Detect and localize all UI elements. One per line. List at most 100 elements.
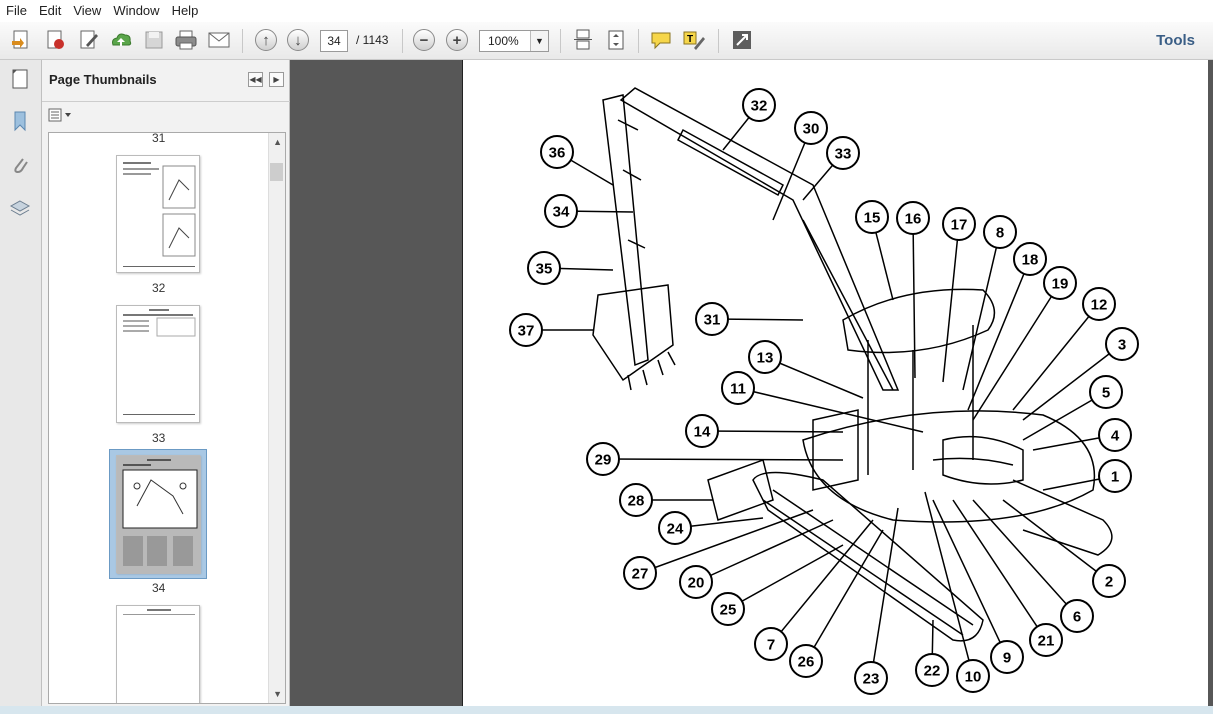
callout-3: 3: [1105, 327, 1139, 361]
callout-label-35: 35: [536, 261, 553, 278]
page-total: / 1143: [356, 33, 389, 47]
layers-icon[interactable]: [7, 196, 33, 222]
save-icon[interactable]: [141, 27, 167, 53]
callout-label-24: 24: [667, 521, 684, 538]
zoom-select[interactable]: 100% ▼: [479, 30, 549, 52]
callout-23: 23: [854, 661, 888, 695]
callout-10: 10: [956, 659, 990, 693]
callout-label-36: 36: [549, 145, 566, 162]
callout-label-19: 19: [1052, 276, 1069, 293]
thumbnail-scrollbar[interactable]: ▲ ▼: [268, 133, 285, 703]
next-page-icon[interactable]: ↓: [285, 27, 311, 53]
callout-label-14: 14: [694, 424, 711, 441]
thumbnail-page-33[interactable]: [116, 455, 201, 574]
zoom-value: 100%: [488, 34, 519, 48]
leader-line-14: [701, 430, 844, 433]
callout-label-1: 1: [1111, 469, 1119, 486]
upload-icon[interactable]: [108, 27, 134, 53]
callout-8: 8: [983, 215, 1017, 249]
chevron-down-icon[interactable]: ▼: [530, 31, 548, 51]
callout-34: 34: [544, 194, 578, 228]
scrollbar-thumb[interactable]: [270, 163, 283, 181]
bookmark-icon[interactable]: [7, 108, 33, 134]
status-strip: [0, 706, 1213, 714]
menu-edit[interactable]: Edit: [33, 0, 67, 22]
leader-line-11: [737, 387, 924, 433]
callout-27: 27: [623, 556, 657, 590]
thumbnail-options-icon[interactable]: [48, 108, 76, 124]
excavator-diagram: 323033363435373115 16 17 818191231311145429…: [509, 87, 1139, 695]
callout-label-33: 33: [835, 146, 852, 163]
callout-20: 20: [679, 565, 713, 599]
thumbnail-page-34[interactable]: [116, 605, 200, 703]
callout-6: 6: [1060, 599, 1094, 633]
thumbnail-label-32: 32: [152, 281, 166, 295]
menu-file[interactable]: File: [0, 0, 33, 22]
thumbnail-label-31: 31: [152, 132, 166, 145]
page-thumbnails-icon[interactable]: [7, 66, 33, 92]
create-pdf-icon[interactable]: [8, 27, 34, 53]
page-number-input[interactable]: 34: [320, 30, 348, 52]
leader-line-19: [972, 282, 1061, 421]
callout-label-4: 4: [1111, 428, 1120, 445]
scroll-down-icon[interactable]: ▼: [273, 689, 282, 699]
panel-splitter[interactable]: [290, 60, 366, 710]
callout-17: 17: [942, 207, 976, 241]
callout-label-29: 29: [595, 452, 612, 469]
callout-19: 19: [1043, 266, 1077, 300]
callout-2: 2: [1092, 564, 1126, 598]
scroll-up-icon[interactable]: ▲: [273, 137, 282, 147]
email-icon[interactable]: [206, 27, 232, 53]
edit-icon[interactable]: [76, 27, 102, 53]
thumbnail-list[interactable]: 31 32 33 34 ▲ ▼: [48, 132, 286, 704]
navigation-rail: [0, 60, 42, 710]
thumbnail-page-31[interactable]: [116, 155, 200, 273]
callout-label-11: 11: [730, 381, 746, 398]
attachment-icon[interactable]: [7, 152, 33, 178]
callout-22: 22: [915, 653, 949, 687]
callout-label-16: 16: [905, 211, 922, 228]
stamp-icon[interactable]: [42, 27, 68, 53]
previous-page-icon[interactable]: ↑: [253, 27, 279, 53]
callout-37: 37: [509, 313, 543, 347]
fit-page-icon[interactable]: [603, 27, 629, 53]
zoom-out-icon[interactable]: −: [411, 27, 437, 53]
document-view[interactable]: 32 30 33 36 34 35 37 31 15 16 17 8 18 19 12 3 13 11 14 5 4 29…: [366, 60, 1213, 710]
scrolling-mode-icon[interactable]: [570, 27, 596, 53]
thumbnail-page-32[interactable]: [116, 305, 200, 423]
callout-33: 33: [826, 136, 860, 170]
leader-line-17: [942, 223, 960, 383]
zoom-in-icon[interactable]: +: [444, 27, 470, 53]
callout-28: 28: [619, 483, 653, 517]
callout-1: 1: [1098, 459, 1132, 493]
callout-label-21: 21: [1038, 633, 1055, 650]
highlight-text-icon[interactable]: T: [681, 27, 707, 53]
expand-icon[interactable]: [729, 27, 755, 53]
print-icon[interactable]: [173, 27, 199, 53]
callout-label-5: 5: [1102, 385, 1110, 402]
callout-5: 5: [1089, 375, 1123, 409]
leader-line-26: [805, 529, 884, 662]
callout-label-8: 8: [996, 225, 1004, 242]
callout-label-17: 17: [951, 217, 968, 234]
excavator-illustration: [592, 87, 1113, 642]
menu-bar: File Edit View Window Help: [0, 0, 1213, 22]
callout-24: 24: [658, 511, 692, 545]
thumbnail-label-34: 34: [152, 581, 166, 595]
callout-label-30: 30: [803, 121, 820, 138]
callout-7: 7: [754, 627, 788, 661]
menu-help[interactable]: Help: [166, 0, 205, 22]
comment-icon[interactable]: [648, 27, 674, 53]
thumbnails-panel: Page Thumbnails ◀◀ ▶ 31 32 33 34 ▲ ▼: [42, 60, 290, 710]
toolbar: ↑ ↓ 34 / 1143 − + 100% ▼ T Tools: [0, 22, 1213, 60]
menu-window[interactable]: Window: [107, 0, 165, 22]
callout-label-28: 28: [628, 493, 645, 510]
menu-view[interactable]: View: [67, 0, 107, 22]
callout-4: 4: [1098, 418, 1132, 452]
callout-label-32: 32: [751, 98, 768, 115]
collapse-panel-icon[interactable]: ◀◀: [248, 72, 263, 87]
expand-panel-icon[interactable]: ▶: [269, 72, 284, 87]
callout-label-25: 25: [720, 602, 737, 619]
tools-button[interactable]: Tools: [1156, 32, 1195, 49]
callout-label-2: 2: [1105, 574, 1113, 591]
